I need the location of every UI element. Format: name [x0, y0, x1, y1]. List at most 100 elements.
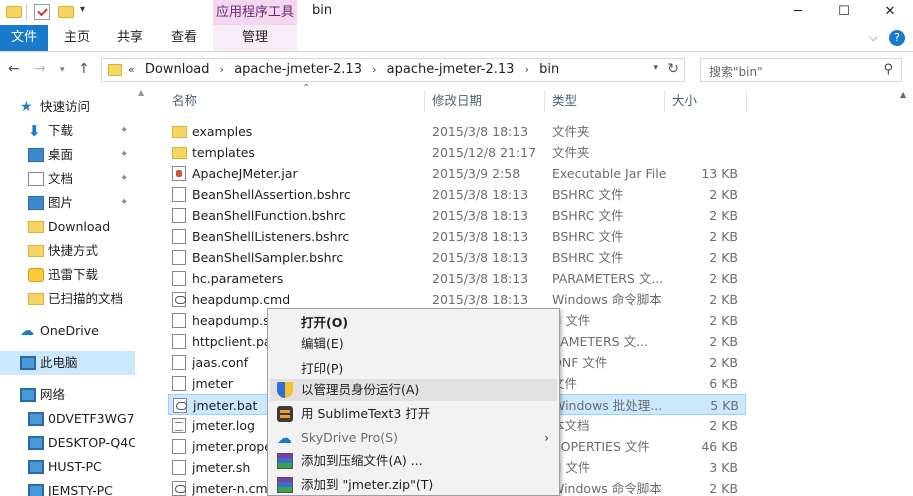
column-header-date[interactable]: 修改日期 [424, 86, 544, 116]
forward-arrow-icon[interactable]: → [34, 61, 46, 77]
context-menu-item[interactable]: 打印(P) [270, 358, 557, 380]
file-type: Executable Jar File [552, 166, 667, 181]
breadcrumb-separator[interactable]: › [220, 63, 224, 76]
sidebar-item-label: 快捷方式 [48, 243, 99, 258]
breadcrumb-item[interactable]: Download [145, 62, 210, 77]
customize-quick-access-icon[interactable]: ▾ [80, 4, 85, 15]
sidebar-scrollbar[interactable]: ▲ [135, 86, 152, 496]
context-menu-item[interactable]: ☁ SkyDrive Pro(S) › [270, 427, 557, 449]
sort-ascending-icon: ⌃ [302, 83, 311, 94]
sidebar-item-label: Download [48, 219, 111, 234]
pin-icon[interactable]: ✦ [120, 191, 128, 215]
file-row[interactable]: BeanShellSampler.bshrc 2015/3/8 18:13 BSHR… [168, 247, 746, 268]
sidebar-item-documents[interactable]: 文档 ✦ [0, 167, 135, 191]
context-menu-item-label: 打印(P) [301, 361, 344, 376]
sidebar-item-label: 桌面 [48, 147, 74, 162]
breadcrumb-item[interactable]: bin [539, 62, 559, 77]
breadcrumb-item[interactable]: apache-jmeter-2.13 [234, 62, 362, 77]
shield-icon [277, 382, 293, 398]
column-header-type[interactable]: 类型 [544, 86, 664, 116]
recent-locations-icon[interactable]: ▾ [60, 65, 65, 75]
thunder-icon [28, 268, 44, 282]
minimize-button[interactable]: ─ [775, 0, 821, 25]
file-row[interactable]: ApacheJMeter.jar 2015/3/9 2:58 Executable … [168, 163, 746, 184]
column-header-size[interactable]: 大小 [664, 86, 746, 116]
context-menu-item[interactable]: 添加到压缩文件(A) ... [270, 450, 557, 472]
file-icon [172, 187, 186, 202]
file-row[interactable]: hc.parameters 2015/3/8 18:13 PARAMETERS 文.… [168, 268, 746, 289]
tab-manage[interactable]: 管理 [213, 25, 297, 51]
expand-ribbon-icon[interactable]: ⌵ [869, 31, 877, 44]
search-icon[interactable]: ⚲ [883, 62, 893, 77]
sidebar-item-shortcuts[interactable]: 快捷方式 [0, 239, 135, 263]
close-button[interactable]: ✕ [867, 0, 913, 25]
sidebar-item-pictures[interactable]: 图片 ✦ [0, 191, 135, 215]
context-menu-item[interactable]: 以管理员身份运行(A) [270, 379, 557, 401]
sidebar-item-network-pc[interactable]: JEMSTY-PC [0, 479, 135, 496]
column-divider[interactable] [746, 90, 747, 112]
breadcrumb-separator[interactable]: › [525, 63, 529, 76]
network-icon [20, 388, 36, 402]
context-menu-item[interactable]: 用 SublimeText3 打开 [270, 403, 557, 425]
column-header-name[interactable]: ⌃ 名称 [164, 83, 424, 116]
sidebar-item-scanned-documents[interactable]: 已扫描的文档 [0, 287, 135, 311]
pin-icon[interactable]: ✦ [120, 167, 128, 191]
tab-view[interactable]: 查看 [158, 25, 210, 51]
refresh-icon[interactable]: ↻ [667, 61, 679, 77]
file-row[interactable]: BeanShellFunction.bshrc 2015/3/8 18:13 BSH… [168, 205, 746, 226]
file-row[interactable]: templates 2015/12/8 21:17 文件夹 [168, 142, 746, 163]
file-date: 2015/3/8 18:13 [432, 229, 529, 244]
file-row[interactable]: BeanShellListeners.bshrc 2015/3/8 18:13 BS… [168, 226, 746, 247]
pin-icon[interactable]: ✦ [120, 119, 128, 143]
computer-icon [28, 484, 44, 496]
back-arrow-icon[interactable]: ← [8, 61, 20, 77]
scroll-up-icon[interactable]: ▲ [138, 88, 144, 97]
help-icon[interactable]: ? [889, 30, 905, 46]
sidebar-item-network[interactable]: 网络 [0, 383, 135, 407]
file-size: 2 KB [709, 292, 738, 307]
sidebar-item-downloads[interactable]: ⬇ 下载 ✦ [0, 119, 135, 143]
context-menu-item-label: SkyDrive Pro(S) [301, 430, 398, 445]
new-folder-icon[interactable] [58, 6, 74, 18]
up-arrow-icon[interactable]: ↑ [78, 61, 90, 77]
sidebar-item-desktop[interactable]: 桌面 ✦ [0, 143, 135, 167]
file-row[interactable]: examples 2015/3/8 18:13 文件夹 [168, 121, 746, 142]
sidebar-item-network-pc[interactable]: HUST-PC [0, 455, 135, 479]
sidebar-item-download-folder[interactable]: Download [0, 215, 135, 239]
file-row[interactable]: heapdump.cmd 2015/3/8 18:13 Windows 命令脚本 2 … [168, 289, 746, 310]
pin-icon[interactable]: ✦ [120, 143, 128, 167]
sidebar-item-network-pc[interactable]: 0DVETF3WG7IV [0, 407, 135, 431]
sidebar-item-quick-access[interactable]: ★ 快速访问 [0, 95, 135, 119]
file-size: 2 KB [709, 313, 738, 328]
context-menu-item[interactable]: 添加到 "jmeter.zip"(T) [270, 474, 557, 496]
breadcrumb-overflow[interactable]: « [128, 63, 135, 76]
ribbon-controls: ⌵ ? [869, 30, 905, 46]
scroll-up-icon[interactable]: ▲ [900, 90, 906, 99]
address-dropdown-icon[interactable]: ▾ [653, 63, 658, 73]
tab-share[interactable]: 共享 [104, 25, 156, 51]
sidebar-item-onedrive[interactable]: ☁ OneDrive [0, 319, 135, 343]
file-list-scrollbar[interactable]: ▲ [896, 86, 913, 496]
context-menu-item-label: 编辑(E) [301, 336, 344, 351]
breadcrumb-separator[interactable]: › [372, 63, 376, 76]
file-type: 文件夹 [552, 145, 590, 160]
sidebar-item-this-pc[interactable]: 此电脑 [0, 351, 135, 375]
file-type: BSHRC 文件 [552, 187, 624, 202]
tab-file[interactable]: 文件 [0, 25, 48, 51]
tab-home[interactable]: 主页 [52, 25, 102, 51]
sidebar-item-network-pc[interactable]: DESKTOP-Q4CI [0, 431, 135, 455]
skydrive-icon: ☁ [277, 429, 292, 447]
search-box[interactable]: 搜索"bin" ⚲ [700, 58, 902, 82]
pictures-icon [28, 196, 44, 210]
folder-icon[interactable] [6, 6, 22, 18]
properties-icon[interactable] [34, 4, 50, 20]
sidebar-item-thunder-download[interactable]: 迅雷下载 [0, 263, 135, 287]
context-menu-item[interactable]: 打开(O) [270, 312, 557, 334]
maximize-button[interactable]: ☐ [821, 0, 867, 25]
address-bar[interactable]: « Download › apache-jmeter-2.13 › apache… [101, 58, 685, 82]
documents-icon [28, 172, 44, 186]
breadcrumb-item[interactable]: apache-jmeter-2.13 [387, 62, 515, 77]
context-menu-item[interactable]: 编辑(E) [270, 333, 557, 355]
file-date: 2015/3/8 18:13 [432, 292, 529, 307]
file-row[interactable]: BeanShellAssertion.bshrc 2015/3/8 18:13 BS… [168, 184, 746, 205]
